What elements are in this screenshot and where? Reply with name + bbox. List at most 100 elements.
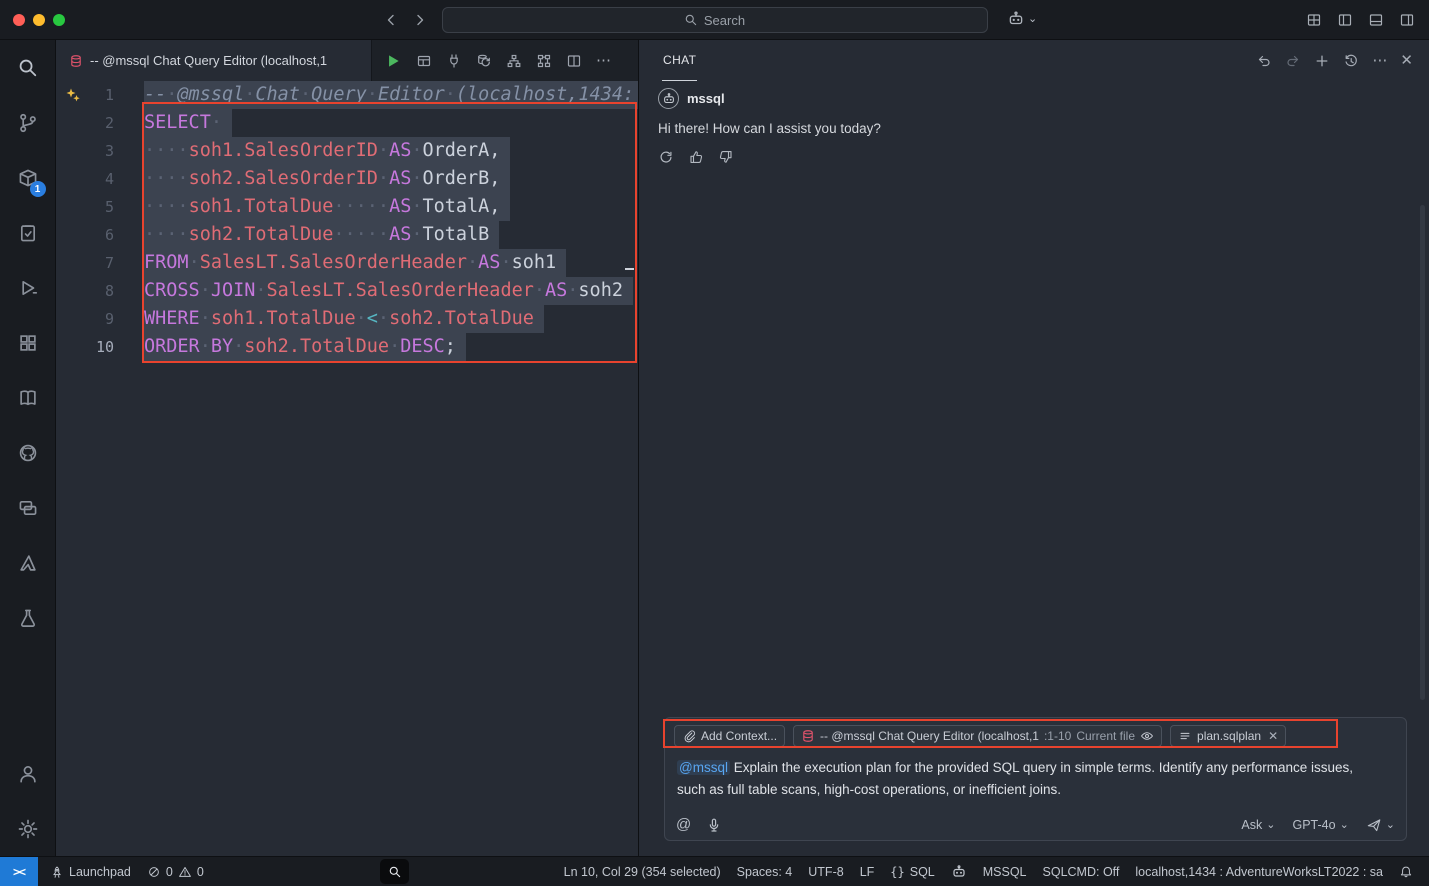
sidebar-item-run-debug[interactable] <box>0 260 56 315</box>
toggle-secondary-sidebar-icon[interactable] <box>1399 12 1415 28</box>
command-center-search[interactable]: Search <box>442 7 988 33</box>
connection-item[interactable]: localhost,1434 : AdventureWorksLT2022 : … <box>1127 857 1391 886</box>
eol-item[interactable]: LF <box>852 857 883 886</box>
settings-button[interactable] <box>0 801 56 856</box>
editor-tab[interactable]: -- @mssql Chat Query Editor (localhost,1 <box>56 40 372 81</box>
context-file-range: :1-10 <box>1044 729 1071 743</box>
code-line-3[interactable]: 3····soh1.SalesOrderID·AS·OrderA, <box>56 137 638 165</box>
accounts-button[interactable] <box>0 746 56 801</box>
sidebar-item-remote-explorer[interactable] <box>0 480 56 535</box>
sidebar-item-search[interactable] <box>0 40 56 95</box>
selected-code-text: ····soh1.TotalDue·····AS·TotalA, <box>144 193 510 221</box>
chat-scrollbar[interactable] <box>1420 205 1425 700</box>
sidebar-item-notebooks[interactable] <box>0 370 56 425</box>
split-editor-button[interactable] <box>566 53 582 69</box>
undo-icon[interactable] <box>1256 53 1272 69</box>
code-line-10[interactable]: 10ORDER·BY·soh2.TotalDue·DESC; <box>56 333 638 361</box>
code-line-9[interactable]: 9WHERE·soh1.TotalDue·<·soh2.TotalDue <box>56 305 638 333</box>
selected-code-text: WHERE·soh1.TotalDue·<·soh2.TotalDue <box>144 305 544 333</box>
selected-code-text: ····soh2.SalesOrderID·AS·OrderB, <box>144 165 510 193</box>
problems-indicator[interactable]: 0 0 <box>139 857 212 886</box>
new-chat-icon[interactable] <box>1314 53 1330 69</box>
copilot-status-item[interactable] <box>943 857 975 886</box>
cursor-position-item[interactable]: Ln 10, Col 29 (354 selected) <box>556 857 729 886</box>
disconnect-button[interactable] <box>446 53 462 69</box>
code-line-5[interactable]: 5····soh1.TotalDue·····AS·TotalA, <box>56 193 638 221</box>
context-file-chip[interactable]: -- @mssql Chat Query Editor (localhost,1… <box>793 725 1162 747</box>
sidebar-item-query-history[interactable] <box>0 205 56 260</box>
results-grid-button[interactable] <box>416 53 432 69</box>
launchpad-item[interactable]: Launchpad <box>42 857 139 886</box>
context-file-status: Current file <box>1076 729 1135 743</box>
assistant-avatar <box>658 88 679 109</box>
sqlcmd-item[interactable]: SQLCMD: Off <box>1035 857 1128 886</box>
line-number: 2 <box>56 109 114 137</box>
encoding-item[interactable]: UTF-8 <box>800 857 851 886</box>
line-number: 8 <box>56 277 114 305</box>
remote-indicator[interactable]: >< <box>0 857 38 886</box>
more-actions-button[interactable]: ⋯ <box>596 53 611 69</box>
sidebar-item-source-control[interactable] <box>0 95 56 150</box>
code-line-2[interactable]: 2SELECT· <box>56 109 638 137</box>
send-button[interactable]: ⌄ <box>1366 817 1395 833</box>
maximize-window-button[interactable] <box>53 14 65 26</box>
sidebar-item-database-projects[interactable] <box>0 590 56 645</box>
copilot-sparkle-icon[interactable] <box>65 87 81 103</box>
microphone-icon[interactable] <box>706 817 722 833</box>
navigate-back-icon[interactable] <box>383 12 399 28</box>
context-plan-chip[interactable]: plan.sqlplan ✕ <box>1170 725 1286 747</box>
change-connection-button[interactable] <box>476 53 492 69</box>
remove-attachment-icon[interactable]: ✕ <box>1268 729 1278 743</box>
run-query-button[interactable] <box>384 52 402 70</box>
code-line-8[interactable]: 8CROSS·JOIN·SalesLT.SalesOrderHeader·AS·… <box>56 277 638 305</box>
navigate-forward-icon[interactable] <box>412 12 428 28</box>
customize-layout-icon[interactable] <box>1306 12 1322 28</box>
code-line-7[interactable]: 7FROM·SalesLT.SalesOrderHeader·AS·soh1 <box>56 249 638 277</box>
mode-dropdown[interactable]: Ask ⌄ <box>1241 818 1275 832</box>
mssql-item[interactable]: MSSQL <box>975 857 1035 886</box>
github-icon <box>17 442 39 464</box>
language-mode-item[interactable]: {} SQL <box>882 857 942 886</box>
chat-panel: CHAT ⋯ ✕ mssql Hi there! How can I assis… <box>638 40 1429 856</box>
error-count: 0 <box>166 865 173 879</box>
indentation-label: Spaces: 4 <box>737 865 793 879</box>
chat-prompt-input[interactable]: @mssql Explain the execution plan for th… <box>674 757 1380 801</box>
title-bar: Search ⌄ <box>0 0 1429 40</box>
estimated-plan-button[interactable] <box>536 53 552 69</box>
toggle-sidebar-icon[interactable] <box>1337 12 1353 28</box>
notifications-item[interactable] <box>1391 857 1421 886</box>
model-dropdown[interactable]: GPT-4o ⌄ <box>1292 818 1348 832</box>
redo-icon[interactable] <box>1285 53 1301 69</box>
close-window-button[interactable] <box>13 14 25 26</box>
schema-compare-button[interactable] <box>506 53 522 69</box>
minimize-window-button[interactable] <box>33 14 45 26</box>
code-editor[interactable]: 1--·@mssql·Chat·Query·Editor·(localhost,… <box>56 81 638 856</box>
thumbs-down-icon[interactable] <box>718 149 734 165</box>
chat-input-container[interactable]: Add Context... -- @mssql Chat Query Edit… <box>664 717 1407 841</box>
thumbs-up-icon[interactable] <box>688 149 704 165</box>
chat-input-toolbar: @ Ask ⌄ GPT-4o ⌄ ⌄ <box>676 816 1395 833</box>
code-line-1[interactable]: 1--·@mssql·Chat·Query·Editor·(localhost,… <box>56 81 638 109</box>
chevron-down-icon: ⌄ <box>1340 820 1349 830</box>
mention-picker-icon[interactable]: @ <box>676 816 691 833</box>
sidebar-item-sql-server[interactable]: 1 <box>0 150 56 205</box>
line-number: 10 <box>56 333 114 361</box>
more-actions-icon[interactable]: ⋯ <box>1372 53 1387 69</box>
language-label: SQL <box>910 865 935 879</box>
regenerate-icon[interactable] <box>658 149 674 165</box>
add-context-button[interactable]: Add Context... <box>674 725 785 747</box>
sidebar-item-azure[interactable] <box>0 535 56 590</box>
eye-icon[interactable] <box>1140 729 1154 743</box>
code-line-6[interactable]: 6····soh2.TotalDue·····AS·TotalB <box>56 221 638 249</box>
toggle-panel-icon[interactable] <box>1368 12 1384 28</box>
copilot-menu-button[interactable]: ⌄ <box>1007 10 1037 28</box>
sidebar-item-github[interactable] <box>0 425 56 480</box>
account-icon <box>17 763 39 785</box>
chat-history-icon[interactable] <box>1343 53 1359 69</box>
sidebar-item-extensions[interactable] <box>0 315 56 370</box>
database-file-icon <box>69 54 83 68</box>
indentation-item[interactable]: Spaces: 4 <box>729 857 801 886</box>
close-panel-icon[interactable]: ✕ <box>1400 53 1413 69</box>
code-line-4[interactable]: 4····soh2.SalesOrderID·AS·OrderB, <box>56 165 638 193</box>
tab-chat[interactable]: CHAT <box>662 40 697 81</box>
